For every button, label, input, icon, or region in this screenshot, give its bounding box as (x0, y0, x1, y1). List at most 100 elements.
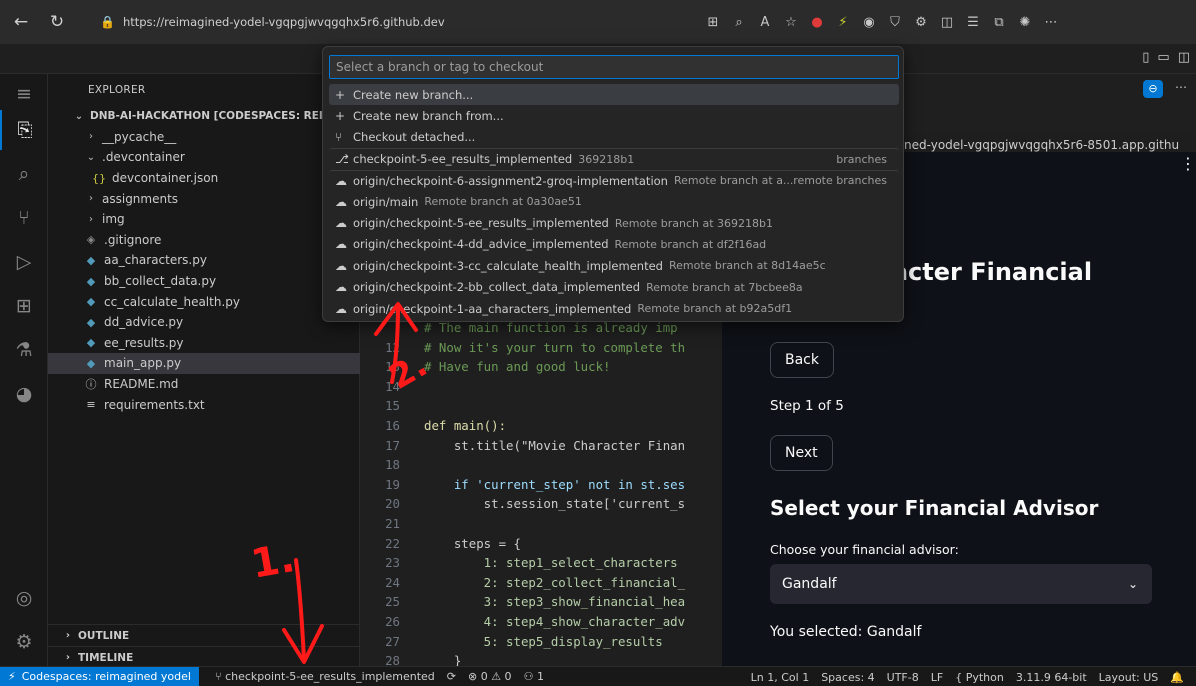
extension-shield-icon[interactable]: ⛉ (882, 9, 908, 35)
code-line[interactable]: 12 # Now it's your turn to complete th (360, 338, 685, 357)
menu-icon[interactable]: ≡ (0, 74, 48, 114)
end-of-line[interactable]: LF (925, 671, 949, 684)
advisor-select[interactable]: Gandalf ⌄ (770, 564, 1152, 604)
back-arrow-icon[interactable]: ← (6, 7, 36, 37)
explorer-item[interactable]: ⓘ README.md (48, 374, 360, 395)
explorer-item[interactable]: › __pycache__ (48, 127, 360, 148)
favorites-list-icon[interactable]: ☰ (960, 9, 986, 35)
branch-option[interactable]: ☁ origin/checkpoint-5-ee_results_implemen… (329, 212, 899, 233)
code-line[interactable]: 24 2: step2_collect_financial_ (360, 573, 685, 592)
branch-option[interactable]: ⑂ Checkout detached... (329, 127, 899, 148)
back-button[interactable]: Back (770, 342, 834, 378)
line-number: 25 (385, 594, 400, 610)
encoding[interactable]: UTF-8 (881, 671, 925, 684)
code-line[interactable]: 27 5: step5_display_results (360, 632, 663, 651)
testing-flask-icon[interactable]: ⚗ (0, 330, 48, 370)
account-icon[interactable]: ⊖ (1143, 80, 1163, 98)
toggle-primary-sidebar-icon[interactable]: ▯ (1142, 50, 1149, 65)
browser-extension-icons: ⊞ ⌕ A ☆ ● ⚡ ◉ ⛉ ⚙ ◫ ☰ ⧉ ✺ ⋯ (700, 8, 1064, 36)
explorer-files-icon[interactable]: ⎘ (0, 110, 48, 150)
keyboard-layout[interactable]: Layout: US (1093, 671, 1165, 684)
code-line[interactable]: 16 def main(): (360, 416, 506, 435)
run-debug-icon[interactable]: ▷ (0, 242, 48, 282)
branch-option[interactable]: ☁ origin/main Remote branch at 0a30ae51 (329, 191, 899, 212)
language-mode[interactable]: { Python (949, 671, 1010, 684)
notifications-bell-icon[interactable]: 🔔 (1164, 671, 1190, 684)
explorer-item[interactable]: ◆ main_app.py (48, 353, 360, 374)
line-number: 17 (385, 437, 400, 453)
extension-circle-icon[interactable]: ◉ (856, 9, 882, 35)
branch-option[interactable]: ☁ origin/checkpoint-2-bb_collect_data_imp… (329, 277, 899, 298)
code-line[interactable]: 26 4: step4_show_character_adv (360, 612, 685, 631)
explorer-item[interactable]: ◆ aa_characters.py (48, 250, 360, 271)
branch-indicator[interactable]: ⑂ checkpoint-5-ee_results_implemented (209, 670, 441, 683)
explorer-item[interactable]: ⌄ .devcontainer (48, 147, 360, 168)
extension-red-icon[interactable]: ● (804, 9, 830, 35)
explorer-item[interactable]: ◈ .gitignore (48, 230, 360, 251)
source-control-icon[interactable]: ⑂ (0, 198, 48, 238)
ports-indicator[interactable]: ⚇ 1 (518, 670, 550, 683)
settings-gear-icon[interactable]: ⚙ (0, 622, 48, 662)
outline-section[interactable]: › OUTLINE (48, 624, 360, 646)
code-line[interactable]: 19 if 'current_step' not in st.ses (360, 475, 685, 494)
next-button[interactable]: Next (770, 435, 833, 471)
code-line[interactable]: 23 1: step1_select_characters (360, 553, 678, 572)
explorer-item[interactable]: ◆ dd_advice.py (48, 312, 360, 333)
split-screen-icon[interactable]: ◫ (934, 9, 960, 35)
problems-indicator[interactable]: ⊗ 0 ⚠ 0 (462, 670, 518, 683)
remote-indicator[interactable]: ⚡ Codespaces: reimagined yodel (0, 666, 199, 686)
extension-bolt-icon[interactable]: ⚡ (830, 9, 856, 35)
toggle-secondary-sidebar-icon[interactable]: ◫ (1178, 50, 1190, 65)
zoom-icon[interactable]: ⌕ (726, 9, 752, 35)
github-icon[interactable]: ◕ (0, 374, 48, 414)
code-line[interactable]: 13 # Have fun and good luck! (360, 357, 610, 376)
reload-icon[interactable]: ↻ (42, 7, 72, 37)
code-line[interactable]: 22 steps = { (360, 534, 521, 553)
workspace-root[interactable]: ⌄ DNB-AI-HACKATHON [CODESPACES: REIMAGI (48, 106, 360, 127)
branch-option[interactable]: ☁ origin/checkpoint-4-dd_advice_implement… (329, 234, 899, 255)
sync-icon[interactable]: ⟳ (441, 670, 462, 683)
explorer-item[interactable]: › img (48, 209, 360, 230)
indentation[interactable]: Spaces: 4 (815, 671, 880, 684)
code-line[interactable]: 17 st.title("Movie Character Finan (360, 436, 685, 455)
explorer-item[interactable]: ◆ cc_calculate_health.py (48, 291, 360, 312)
code-line[interactable]: 15 (360, 396, 424, 415)
kebab-menu-icon[interactable]: ⋮ (1180, 154, 1196, 173)
more-icon[interactable]: ⋯ (1038, 9, 1064, 35)
code-text: 2: step2_collect_financial_ (424, 574, 686, 590)
code-line[interactable]: 20 st.session_state['current_s (360, 494, 685, 513)
python-interpreter[interactable]: 3.11.9 64-bit (1010, 671, 1093, 684)
explorer-item[interactable]: ≡ requirements.txt (48, 394, 360, 415)
cursor-position[interactable]: Ln 1, Col 1 (745, 671, 816, 684)
explorer-item[interactable]: › assignments (48, 188, 360, 209)
branch-option[interactable]: ☁ origin/checkpoint-1-aa_characters_imple… (329, 298, 899, 319)
more-actions-icon[interactable]: ⋯ (1175, 80, 1187, 94)
line-number: 23 (385, 555, 400, 571)
explorer-item[interactable]: {} devcontainer.json (48, 168, 360, 189)
read-aloud-icon[interactable]: A (752, 9, 778, 35)
code-line[interactable]: 14 (360, 377, 424, 396)
code-line[interactable]: 21 (360, 514, 424, 533)
extensions-icon[interactable]: ⊞ (0, 286, 48, 326)
code-line[interactable]: 25 3: step3_show_financial_hea (360, 592, 685, 611)
branch-option[interactable]: ⎇ checkpoint-5-ee_results_implemented 3692… (329, 148, 899, 169)
copilot-icon[interactable]: ✺ (1012, 9, 1038, 35)
extension-puzzle-icon[interactable]: ⚙ (908, 9, 934, 35)
toggle-panel-icon[interactable]: ▭ (1157, 50, 1169, 65)
timeline-section[interactable]: › TIMELINE (48, 646, 360, 668)
favorite-star-icon[interactable]: ☆ (778, 9, 804, 35)
explorer-item[interactable]: ◆ ee_results.py (48, 333, 360, 354)
branch-option[interactable]: + Create new branch from... (329, 105, 899, 126)
branch-option[interactable]: ☁ origin/checkpoint-6-assignment2-groq-im… (329, 169, 899, 191)
app-grid-icon[interactable]: ⊞ (700, 9, 726, 35)
explorer-item[interactable]: ◆ bb_collect_data.py (48, 271, 360, 292)
chevron-right-icon: › (89, 131, 93, 143)
code-line[interactable]: 18 (360, 455, 424, 474)
accounts-icon[interactable]: ◎ (0, 578, 48, 618)
branch-search-input[interactable] (329, 55, 899, 79)
search-icon[interactable]: ⌕ (0, 154, 48, 194)
collections-icon[interactable]: ⧉ (986, 9, 1012, 35)
explorer-item-label: cc_calculate_health.py (104, 294, 240, 309)
branch-option[interactable]: + Create new branch... (329, 84, 899, 106)
branch-option[interactable]: ☁ origin/checkpoint-3-cc_calculate_health… (329, 255, 899, 276)
